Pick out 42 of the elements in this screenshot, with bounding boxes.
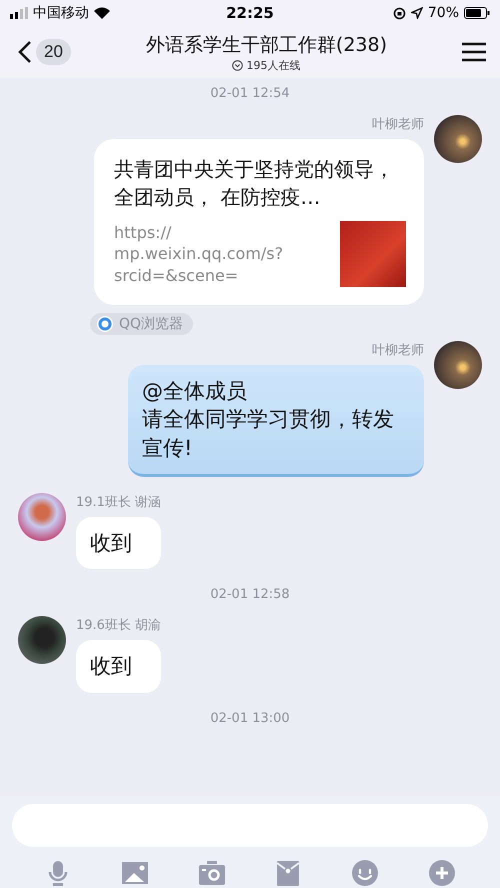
wifi-icon — [94, 7, 110, 19]
back-button[interactable]: 20 — [18, 39, 71, 65]
toolbar-button[interactable] — [428, 859, 456, 887]
sender-name: 19.6班长 胡渝 — [76, 617, 162, 634]
message-text: 收到 — [90, 530, 133, 558]
menu-icon[interactable] — [462, 42, 486, 62]
back-icon — [18, 40, 32, 64]
photo-placeholder — [340, 221, 406, 287]
avatar[interactable] — [434, 115, 482, 163]
signal-icon — [10, 7, 28, 19]
sender-name: 叶柳老师 — [372, 342, 424, 359]
link-card[interactable]: 共青团中央关于坚持党的领导，全团动员， 在防控疫… https:// mp.weixin.qq.com/s? srcid=&scene= — [94, 139, 424, 305]
timestamp: 02-01 13:00 — [210, 710, 290, 726]
plus-icon — [428, 859, 456, 887]
camera-icon — [198, 859, 226, 887]
emoji-icon — [350, 859, 379, 887]
chevron-icon — [232, 60, 244, 70]
clock: 22:25 — [226, 4, 274, 22]
toolbar-button[interactable] — [198, 859, 226, 887]
message-text: @全体成员 — [142, 378, 248, 405]
browser-icon — [96, 315, 114, 333]
timestamp: 02-01 12:58 — [210, 587, 290, 602]
rotation-lock-icon — [392, 6, 406, 20]
message-text: 收到 — [90, 653, 133, 680]
battery-percent: 70% — [428, 5, 459, 21]
avatar[interactable] — [434, 341, 482, 389]
timestamp: 02-01 12:54 — [210, 86, 290, 101]
image-icon — [120, 859, 149, 887]
sender-name: 19.1班长 谢涵 — [76, 494, 162, 512]
chat-title: 外语系学生干部工作群(238) — [146, 32, 387, 58]
battery-icon — [464, 7, 490, 19]
link-url: https:// mp.weixin.qq.com/s? srcid=&scene= — [114, 222, 284, 286]
unread-count: 20 — [36, 39, 71, 65]
carrier-name: 中国移动 — [33, 4, 89, 22]
link-title: 共青团中央关于坚持党的领导，全团动员， 在防控疫… — [114, 156, 395, 211]
message-text: 请全体同学学习贯彻，转发宣传! — [142, 406, 395, 462]
toolbar-button[interactable] — [350, 859, 379, 887]
online-count[interactable]: 195人在线 — [232, 58, 300, 72]
avatar[interactable] — [18, 616, 66, 664]
location-icon — [410, 7, 423, 19]
toolbar-button[interactable] — [120, 859, 149, 887]
sender-name: 叶柳老师 — [372, 116, 424, 133]
